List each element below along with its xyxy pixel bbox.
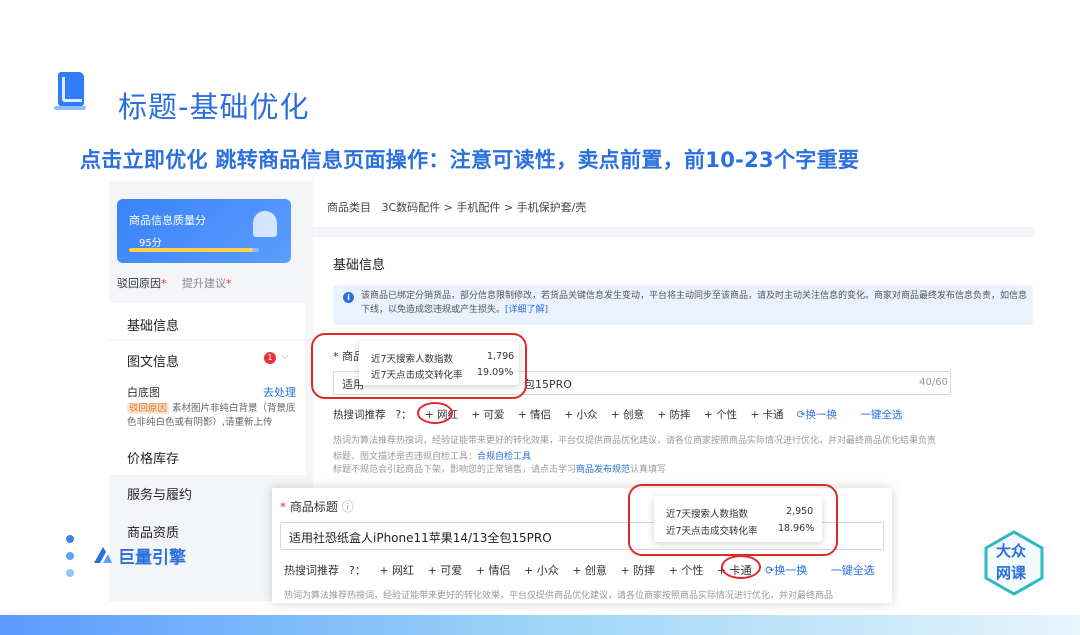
select-all-button[interactable]: 一键全选 [860,409,902,421]
hint-text-3: 标题不规范会引起商品下架，影响您的正常销售，请点击学习商品发布规范认真填写 [333,465,667,475]
chevron-down-icon[interactable]: ⌵ [281,351,289,362]
quality-score: 95分 [139,238,162,249]
hint-text-2: 标题、图文描述是否违规自检工具：合规自检工具 [333,452,532,462]
nav-price-block[interactable]: 价格库存 [109,439,305,475]
brand-name: 巨量引擎 [118,548,186,568]
tag[interactable]: + 可爱 [471,409,504,421]
notice-text-2: 下线，以免造成您违规或产生损失。[详细了解] [361,305,549,315]
book-icon [54,72,86,110]
quality-progress [129,248,259,252]
todo-link[interactable]: 去处理 [263,384,296,400]
reject-note: 驳回原因 素材图片非纯白背景（背景底色非纯白色或有阴影）,请重新上传 [127,403,296,428]
reject-tag: 驳回原因 [127,403,170,414]
tag[interactable]: + 创意 [572,564,607,577]
dot [66,552,74,560]
quality-label: 商品信息质量分 [129,214,206,227]
char-count: 40/60 [919,377,948,388]
tag[interactable]: + 情侣 [518,409,551,421]
nav-basic-info[interactable]: 基础信息 [127,315,179,334]
highlight-oval-a [417,402,453,424]
overlay-select-all-button[interactable]: 一键全选 [831,564,875,577]
overlay-title-label: * 商品标题 ⓘ [280,500,354,514]
logo-text-line2: 网课 [996,564,1027,582]
overlay-swap-button[interactable]: ⟳换一换 [765,564,817,577]
improve-suggestion-link[interactable]: 提升建议* [182,277,232,290]
white-bg-label: 白底图 [127,386,160,399]
tag[interactable]: + 小众 [524,564,559,577]
nav-service[interactable]: 服务与履约 [127,484,192,503]
tag[interactable]: + 防摔 [657,409,690,421]
section-title: 基础信息 [333,258,386,273]
tag[interactable]: + 个性 [669,564,704,577]
hot-words-label: 热搜词推荐 [333,409,386,421]
nav-basic-block[interactable]: 基础信息 [109,303,305,339]
logo-text-line1: 大众 [996,542,1027,560]
breadcrumb: 商品类目 3C数码配件 > 手机配件 > 手机保护套/壳 [327,201,587,214]
tag[interactable]: + 可爱 [428,564,463,577]
tag[interactable]: + 网红 [379,564,414,577]
tag[interactable]: + 小众 [564,409,597,421]
tag[interactable]: + 创意 [611,409,644,421]
slide-title: 标题-基础优化 [118,90,310,124]
bottom-gradient-bar [0,615,1080,635]
hint-text-1: 热词为算法推荐热搜词，经验证能带来更好的转化效果，平台仅提供商品优化建议，请各位… [333,436,937,446]
highlight-oval-b [721,555,761,579]
tag[interactable]: + 个性 [704,409,737,421]
reject-reason-link[interactable]: 驳回原因* [117,277,167,290]
highlight-ring-b [628,484,838,556]
info-icon: i [343,292,354,303]
dot [66,569,74,577]
nav-price-stock[interactable]: 价格库存 [127,448,179,467]
ocean-engine-logo-icon [94,547,112,563]
help-icon: ?： [395,409,412,421]
overlay-hot-label: 热搜词推荐 [284,564,339,577]
graphic-badge: 1 [264,352,276,364]
overlay-hot-words-row: 热搜词推荐 ?： + 网红 + 可爱 + 情侣 + 小众 + 创意 + 防摔 + … [284,562,885,578]
divider [313,227,1034,237]
rules-link[interactable]: 商品发布规范 [576,465,630,475]
quality-score-card[interactable]: 商品信息质量分 95分 [117,199,291,263]
compliance-link[interactable]: 合规自检工具 [477,452,531,462]
swap-button[interactable]: ⟳换一换 [797,409,847,421]
notice-banner: i 该商品已绑定分销货品，部分信息限制修改，若货品关键信息发生变动，平台将主动同… [333,285,1033,325]
nav-graphic-info[interactable]: 图文信息 [127,351,179,370]
help-icon: ?： [349,564,366,577]
nav-qualification[interactable]: 商品资质 [127,522,179,541]
notice-text-1: 该商品已绑定分销货品，部分信息限制修改，若货品关键信息发生变动，平台将主动同步至… [361,291,1028,301]
slide: 标题-基础优化 点击立即优化 跳转商品信息页面操作：注意可读性，卖点前置，前10… [0,0,1080,635]
slide-subtitle: 点击立即优化 跳转商品信息页面操作：注意可读性，卖点前置，前10-23个字重要 [80,148,860,172]
tag[interactable]: + 情侣 [476,564,511,577]
highlight-ring-a [311,333,527,399]
dot [66,535,74,543]
overlay-hint: 热词为算法推荐热搜词，经验证能带来更好的转化效果，平台仅提供商品优化建议，请各位… [284,591,834,601]
side-links: 驳回原因* 提升建议* [117,275,232,291]
tag[interactable]: + 卡通 [750,409,783,421]
tag[interactable]: + 防摔 [620,564,655,577]
quality-progress-fill [129,248,253,252]
notice-link[interactable]: [详细了解] [505,305,548,315]
bell-icon [253,211,277,237]
